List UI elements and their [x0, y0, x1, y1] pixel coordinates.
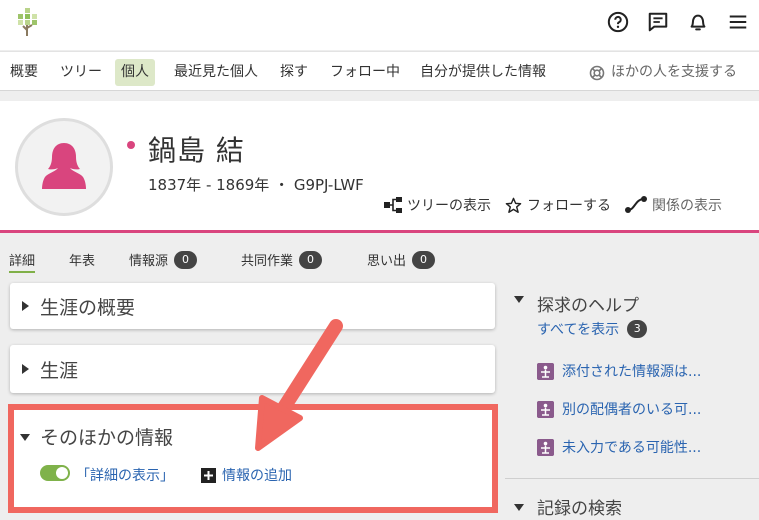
sources-count-badge: 0	[174, 250, 198, 269]
tree-view-icon	[384, 197, 402, 213]
tab-timeline[interactable]: 年表	[69, 250, 95, 269]
record-search-title: 記録の検索	[537, 499, 622, 519]
hint-item[interactable]: 添付された情報源は...	[537, 361, 701, 381]
research-hint-icon	[537, 362, 554, 380]
follow-button[interactable]: フォローする	[505, 195, 611, 215]
life-title: 生涯	[40, 360, 79, 382]
person-meta: 1837年 ‐ 1869年 ・ G9PJ-LWF	[148, 176, 364, 194]
collapse-triangle-icon[interactable]	[20, 434, 30, 441]
help-others-link[interactable]: ほかの人を支援する	[589, 59, 737, 86]
view-tree-button[interactable]: ツリーの表示	[384, 195, 491, 215]
view-relationship-button[interactable]: 関係の表示	[625, 195, 722, 215]
gender-dot	[127, 141, 135, 149]
top-bar	[0, 0, 759, 50]
life-summary-card[interactable]: 生涯の概要	[10, 283, 495, 329]
female-silhouette-icon	[42, 143, 86, 189]
add-info-label: 情報の追加	[222, 468, 292, 484]
tab-collaborate[interactable]: 共同作業 0	[241, 250, 323, 269]
collab-count-badge: 0	[299, 250, 323, 269]
nav-my-contributions[interactable]: 自分が提供した情報	[414, 59, 552, 86]
expand-triangle-icon	[22, 301, 29, 311]
plus-square-icon	[201, 467, 216, 483]
other-info-card: そのほかの情報 「詳細の表示」 情報の追加	[8, 404, 498, 513]
follow-label: フォローする	[527, 198, 611, 214]
menu-icon[interactable]	[727, 11, 749, 33]
research-hint-icon	[537, 400, 554, 418]
help-others-label: ほかの人を支援する	[611, 64, 737, 80]
tab-collaborate-label: 共同作業	[241, 254, 294, 269]
star-icon	[505, 197, 522, 213]
tab-memories[interactable]: 思い出 0	[367, 250, 436, 269]
tab-sources[interactable]: 情報源 0	[129, 250, 198, 269]
tab-timeline-label: 年表	[69, 254, 96, 269]
collapse-triangle-icon[interactable]	[514, 504, 524, 511]
show-all-link[interactable]: すべてを表示 3	[537, 319, 648, 339]
research-hint-icon	[537, 438, 554, 456]
chat-icon[interactable]	[647, 11, 669, 33]
help-circle-icon[interactable]	[607, 11, 629, 33]
nav-overview[interactable]: 概要	[4, 59, 44, 86]
hint-label: 別の配偶者のいる可...	[562, 402, 702, 418]
research-help-title: 探求のヘルプ	[537, 296, 639, 316]
hint-label: 添付された情報源は...	[562, 364, 702, 380]
view-relationship-label: 関係の表示	[652, 198, 722, 214]
lifebuoy-icon	[589, 65, 605, 80]
detail-tabs: 詳細 年表 情報源 0 共同作業 0 思い出 0	[0, 246, 500, 274]
tab-sources-label: 情報源	[129, 254, 169, 269]
nav-following[interactable]: フォロー中	[324, 59, 406, 86]
relationship-icon	[625, 196, 647, 213]
nav-find[interactable]: 探す	[274, 59, 314, 86]
person-header: 鍋島 結 1837年 ‐ 1869年 ・ G9PJ-LWF ツリーの表示 フォロ…	[0, 101, 759, 233]
show-all-label: すべてを表示	[537, 322, 620, 338]
bell-icon[interactable]	[687, 11, 709, 33]
avatar[interactable]	[15, 118, 113, 216]
sidebar-divider	[505, 478, 759, 479]
collapse-triangle-icon[interactable]	[514, 296, 524, 303]
main-nav: 概要 ツリー 個人 最近見た個人 探す フォロー中 自分が提供した情報 ほかの人…	[0, 51, 759, 91]
memories-count-badge: 0	[412, 250, 436, 269]
view-tree-label: ツリーの表示	[407, 198, 491, 214]
show-details-link[interactable]: 「詳細の表示」	[76, 465, 174, 485]
hint-item[interactable]: 未入力である可能性...	[537, 437, 701, 457]
hint-count-badge: 3	[627, 320, 648, 338]
life-card[interactable]: 生涯	[10, 345, 495, 393]
person-actions: ツリーの表示 フォローする 関係の表示	[384, 195, 722, 215]
nav-recent-people[interactable]: 最近見た個人	[168, 59, 264, 86]
logo-tree-icon[interactable]	[14, 6, 42, 38]
nav-person[interactable]: 個人	[115, 59, 155, 86]
tab-details[interactable]: 詳細	[9, 250, 36, 273]
show-details-toggle[interactable]	[40, 465, 70, 481]
hint-item[interactable]: 別の配偶者のいる可...	[537, 399, 701, 419]
tab-details-label: 詳細	[9, 254, 36, 269]
nav-tree[interactable]: ツリー	[54, 59, 108, 86]
add-info-button[interactable]: 情報の追加	[201, 465, 292, 485]
hint-label: 未入力である可能性...	[562, 440, 702, 456]
tab-memories-label: 思い出	[367, 254, 407, 269]
life-summary-title: 生涯の概要	[40, 297, 136, 319]
other-info-title[interactable]: そのほかの情報	[40, 423, 173, 450]
expand-triangle-icon	[22, 364, 29, 374]
person-name: 鍋島 結	[148, 134, 245, 167]
